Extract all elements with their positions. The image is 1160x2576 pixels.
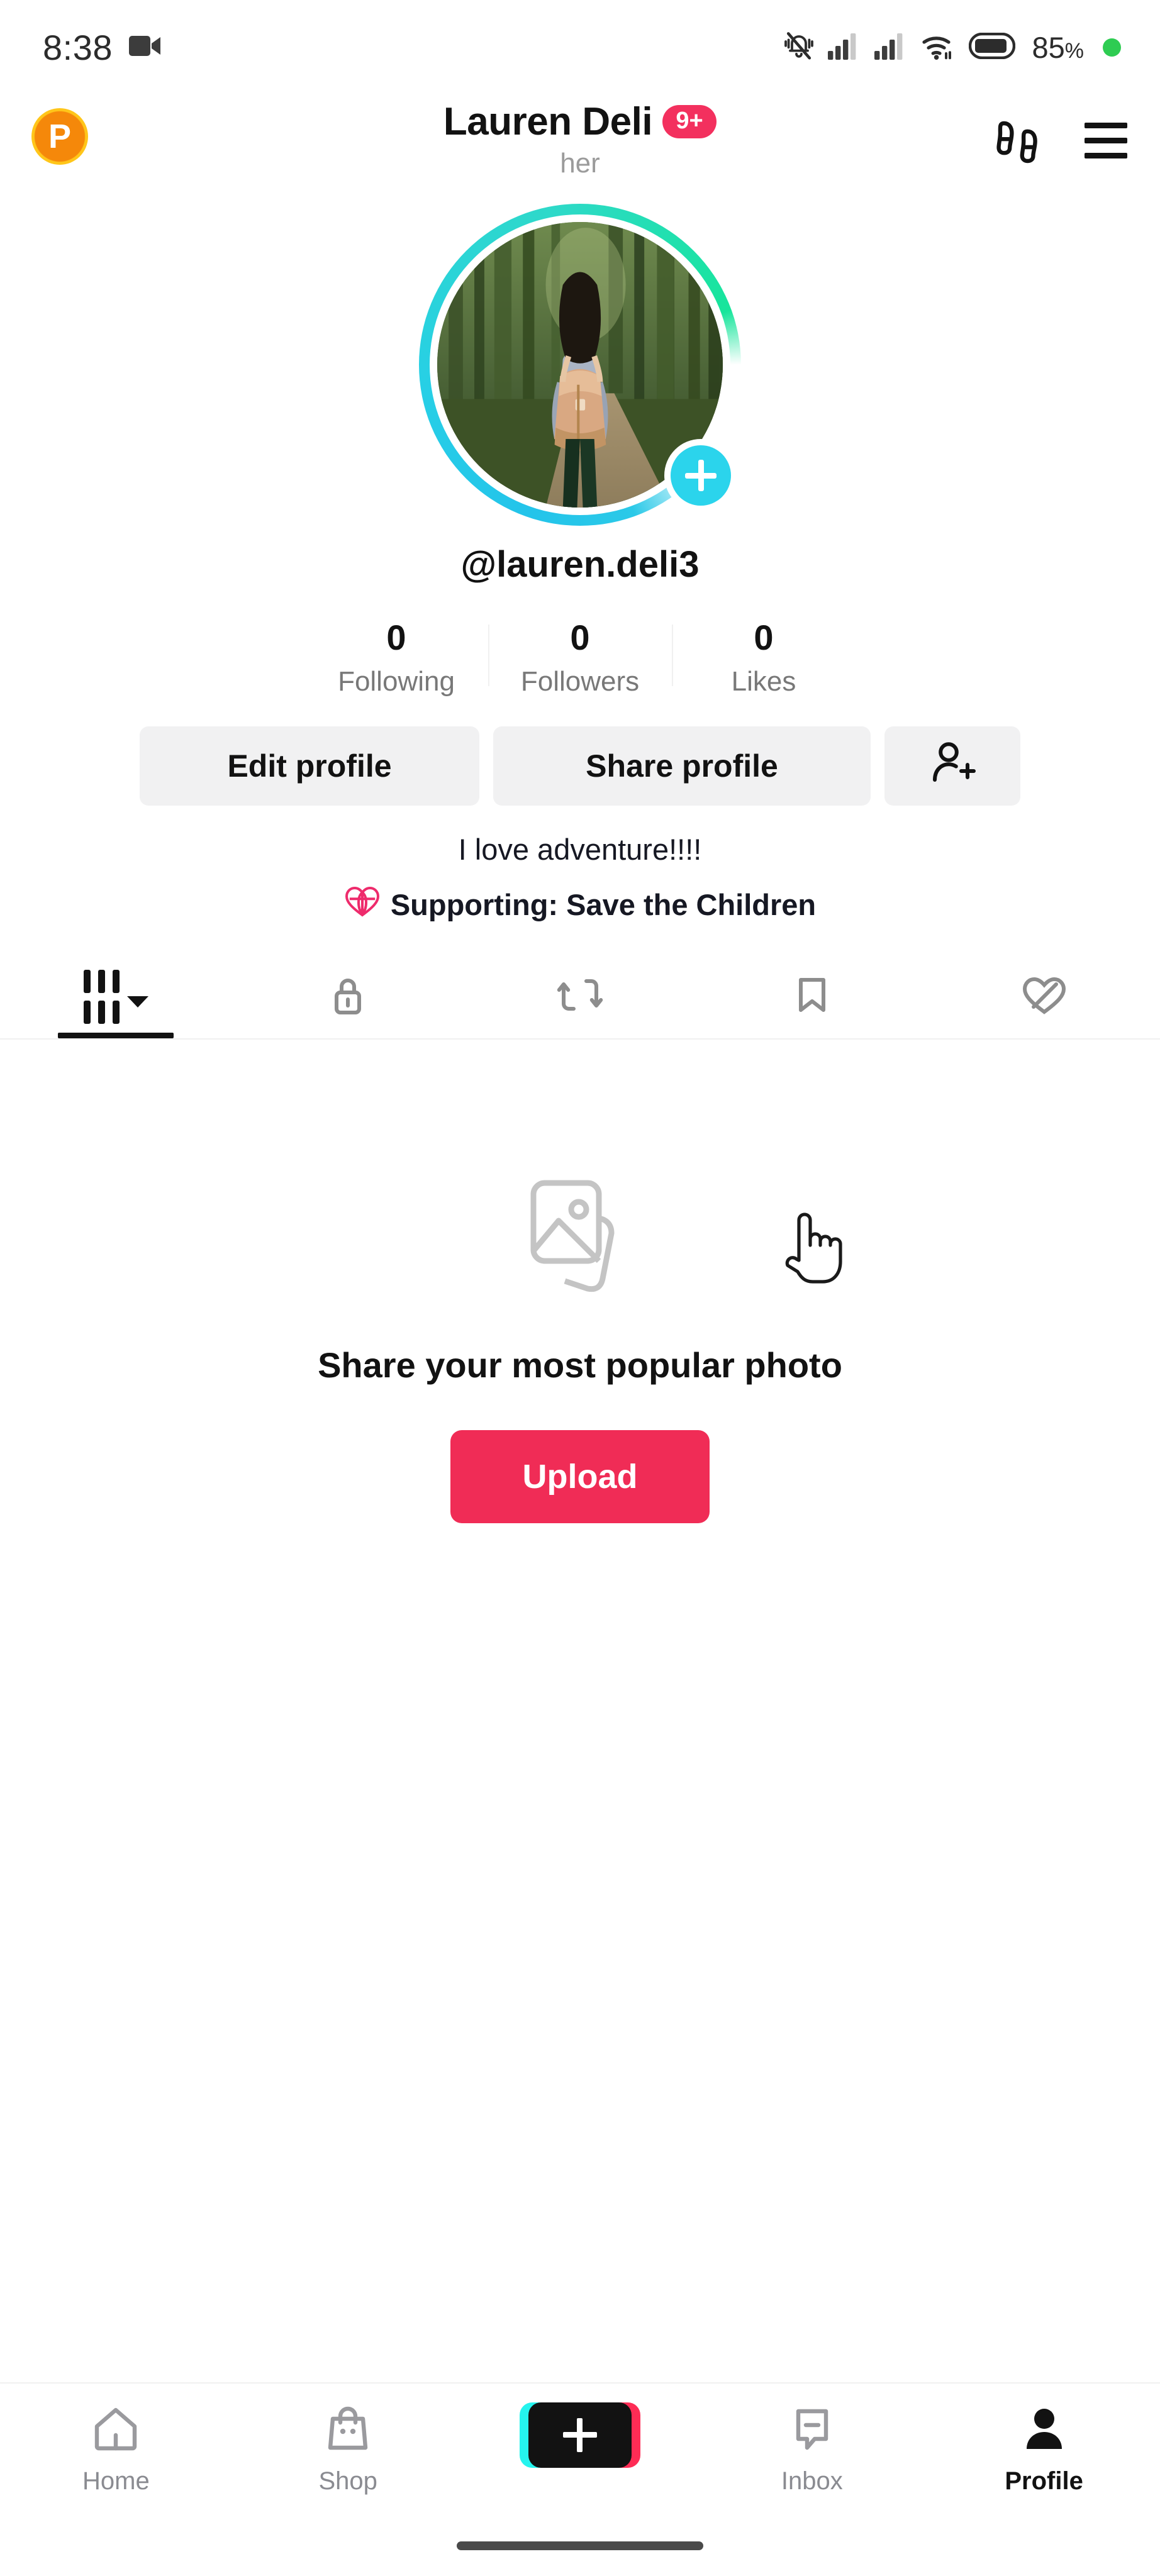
nav-label: Profile: [1005, 2467, 1083, 2495]
tab-private[interactable]: [232, 955, 464, 1038]
plus-icon: [562, 2418, 597, 2452]
signal-2-icon: [874, 32, 908, 63]
stat-label: Following: [338, 665, 455, 697]
bookmark-icon: [788, 971, 836, 1022]
status-bar-right: 85%: [783, 30, 1121, 65]
tab-saved[interactable]: [696, 955, 928, 1038]
tab-reposts[interactable]: [464, 955, 696, 1038]
status-bar: 8:38 85%: [0, 0, 1160, 94]
repost-arrows-icon: [555, 970, 605, 1023]
stats-row: 0 Following 0 Followers 0 Likes: [0, 618, 1160, 697]
create-button[interactable]: [528, 2402, 632, 2468]
stat-likes[interactable]: 0 Likes: [672, 618, 856, 697]
nav-item-inbox[interactable]: Inbox: [696, 2402, 928, 2496]
pronoun-label: her: [560, 148, 600, 179]
home-indicator-pill: [457, 2541, 703, 2550]
hamburger-line: [1085, 153, 1127, 158]
nav-item-shop[interactable]: Shop: [232, 2402, 464, 2496]
stat-value: 0: [754, 618, 774, 657]
add-story-button[interactable]: [664, 439, 737, 512]
photo-stack-icon: [511, 1165, 649, 1307]
add-person-icon: [927, 737, 978, 795]
nav-label: Home: [82, 2467, 150, 2495]
nav-item-home[interactable]: Home: [0, 2402, 232, 2496]
page-title: Lauren Deli: [443, 100, 653, 143]
chevron-down-icon: [126, 996, 148, 1008]
stat-value: 0: [570, 618, 590, 657]
status-bar-left: 8:38: [43, 27, 163, 68]
supporting-text: Supporting: Save the Children: [390, 887, 817, 921]
person-icon: [1019, 2402, 1069, 2458]
notification-badge[interactable]: 9+: [662, 105, 717, 138]
home-indicator: [0, 2532, 1160, 2576]
stat-value: 0: [386, 618, 406, 657]
shopping-bag-icon: [323, 2402, 373, 2458]
wifi-icon: [921, 31, 956, 64]
battery-percent: 85%: [1032, 30, 1084, 64]
tab-posts[interactable]: [0, 955, 232, 1038]
add-friends-button[interactable]: [884, 726, 1020, 806]
coin-letter: P: [48, 118, 72, 155]
share-profile-button[interactable]: Share profile: [493, 726, 871, 806]
header-title-block: Lauren Deli 9+ her: [0, 99, 1160, 179]
profile-header: P Lauren Deli 9+ her: [0, 94, 1160, 189]
username[interactable]: @lauren.deli3: [0, 543, 1160, 586]
nav-label: Shop: [318, 2467, 377, 2495]
upload-button[interactable]: Upload: [450, 1430, 710, 1523]
supporting-row[interactable]: Supporting: Save the Children: [0, 884, 1160, 925]
bio-text: I love adventure!!!!: [458, 832, 702, 866]
heart-liked-icon: [1018, 970, 1070, 1023]
rewards-coin-icon[interactable]: P: [31, 108, 88, 165]
bottom-navigation: Home Shop Inbox Profile: [0, 2382, 1160, 2532]
stat-following[interactable]: 0 Following: [304, 618, 488, 697]
hamburger-menu-icon[interactable]: [1085, 123, 1127, 158]
hamburger-line: [1085, 138, 1127, 143]
nav-item-create[interactable]: [464, 2402, 696, 2477]
house-icon: [89, 2402, 142, 2458]
title-row: Lauren Deli 9+: [443, 99, 717, 144]
profile-tabs: [0, 955, 1160, 1040]
status-time: 8:38: [43, 27, 113, 67]
empty-state-title: Share your most popular photo: [318, 1345, 842, 1385]
tiktok-profile-screen: 8:38 85% P Lauren Deli 9+ her @lauren.de…: [0, 0, 1160, 2576]
edit-profile-button[interactable]: Edit profile: [140, 726, 479, 806]
active-tab-underline: [58, 1032, 174, 1038]
nav-label: Inbox: [781, 2467, 843, 2495]
battery-icon: [969, 32, 1016, 62]
tab-liked[interactable]: [928, 955, 1160, 1038]
stat-followers[interactable]: 0 Followers: [488, 618, 672, 697]
video-camera-icon: [129, 33, 163, 62]
avatar[interactable]: [419, 204, 741, 526]
hamburger-line: [1085, 123, 1127, 128]
empty-state: Share your most popular photo Upload: [0, 1040, 1160, 2382]
plus-icon: [671, 445, 731, 506]
recording-indicator-dot: [1103, 38, 1121, 57]
plus-create-icon: [519, 2402, 640, 2468]
grid-posts-icon: [83, 969, 148, 1024]
stat-label: Likes: [731, 665, 796, 697]
nav-item-profile[interactable]: Profile: [928, 2402, 1160, 2496]
signal-1-icon: [828, 32, 862, 63]
lock-icon: [324, 971, 372, 1022]
footprints-icon[interactable]: [993, 112, 1047, 169]
stat-label: Followers: [520, 665, 640, 697]
mute-bell-icon: [783, 30, 815, 65]
heart-globe-icon: [344, 884, 381, 925]
profile-actions: Edit profile Share profile: [0, 726, 1160, 806]
message-icon: [787, 2402, 837, 2458]
header-actions: [993, 112, 1127, 169]
